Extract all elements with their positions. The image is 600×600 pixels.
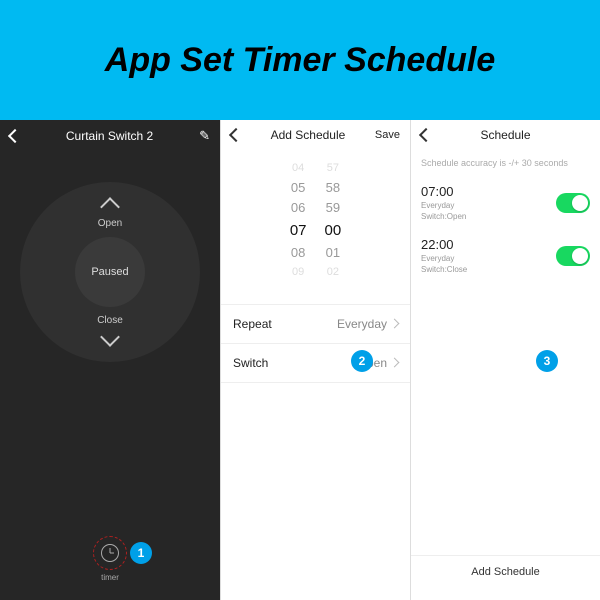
banner-title: App Set Timer Schedule: [105, 41, 495, 80]
minute-option: 58: [326, 178, 340, 199]
close-label: Close: [97, 315, 123, 326]
minute-option: 57: [327, 160, 339, 178]
chevron-up-icon: [100, 197, 120, 217]
clock-icon: [101, 544, 119, 562]
accuracy-hint: Schedule accuracy is -/+ 30 seconds: [411, 150, 600, 176]
timer-highlight-ring: [93, 536, 127, 570]
schedule-title: Schedule: [431, 128, 580, 142]
add-schedule-button[interactable]: Add Schedule: [411, 555, 600, 588]
repeat-row[interactable]: Repeat Everyday: [221, 304, 410, 344]
open-label: Open: [98, 218, 122, 229]
repeat-value: Everyday: [337, 317, 387, 331]
schedule-info: 07:00 Everyday Switch:Open: [421, 184, 466, 221]
status-label: Paused: [91, 266, 128, 278]
chevron-right-icon: [390, 319, 400, 329]
minute-column[interactable]: 57 58 59 00 01 02: [325, 160, 342, 282]
open-button[interactable]: Open: [98, 200, 122, 229]
add-schedule-title: Add Schedule: [241, 128, 375, 142]
repeat-value-wrap: Everyday: [337, 317, 398, 331]
chevron-right-icon: [390, 358, 400, 368]
timer-button[interactable]: timer: [0, 536, 220, 582]
panel-device-control: Curtain Switch 2 ✎ Open Paused Close tim…: [0, 120, 220, 600]
pause-button[interactable]: Paused: [75, 237, 145, 307]
panel3-header: Schedule: [411, 120, 600, 150]
schedule-info: 22:00 Everyday Switch:Close: [421, 237, 467, 274]
edit-icon[interactable]: ✎: [199, 128, 210, 144]
save-button[interactable]: Save: [375, 129, 400, 141]
schedule-toggle[interactable]: [556, 246, 590, 266]
schedule-row[interactable]: 07:00 Everyday Switch:Open: [411, 176, 600, 229]
switch-row[interactable]: Switch Open: [221, 344, 410, 383]
hour-option: 09: [292, 264, 304, 282]
step-badge-1: 1: [130, 542, 152, 564]
hour-selected: 07: [290, 219, 307, 243]
schedule-toggle[interactable]: [556, 193, 590, 213]
step-badge-3: 3: [536, 350, 558, 372]
hour-option: 05: [291, 178, 305, 199]
schedule-sub1: Everyday: [421, 201, 466, 210]
switch-label: Switch: [233, 356, 268, 370]
panels: Curtain Switch 2 ✎ Open Paused Close tim…: [0, 120, 600, 600]
minute-option: 59: [326, 198, 340, 219]
schedule-sub1: Everyday: [421, 254, 467, 263]
panel2-header: Add Schedule Save: [221, 120, 410, 150]
panel-schedule-list: Schedule Schedule accuracy is -/+ 30 sec…: [410, 120, 600, 600]
schedule-sub2: Switch:Close: [421, 265, 467, 274]
panel-add-schedule: Add Schedule Save 04 05 06 07 08 09 57 5…: [220, 120, 410, 600]
time-picker[interactable]: 04 05 06 07 08 09 57 58 59 00 01 02: [221, 150, 410, 298]
schedule-time: 07:00: [421, 184, 466, 199]
hour-option: 08: [291, 243, 305, 264]
device-title: Curtain Switch 2: [20, 129, 199, 143]
panel1-header: Curtain Switch 2 ✎: [0, 120, 220, 152]
close-button[interactable]: Close: [97, 315, 123, 344]
hour-option: 06: [291, 198, 305, 219]
hour-column[interactable]: 04 05 06 07 08 09: [290, 160, 307, 282]
step-badge-2: 2: [351, 350, 373, 372]
chevron-down-icon: [100, 327, 120, 347]
control-circle: Open Paused Close: [20, 182, 200, 362]
schedule-time: 22:00: [421, 237, 467, 252]
minute-option: 02: [327, 264, 339, 282]
hour-option: 04: [292, 160, 304, 178]
minute-selected: 00: [325, 219, 342, 243]
timer-label: timer: [101, 573, 119, 582]
banner: App Set Timer Schedule: [0, 0, 600, 120]
schedule-sub2: Switch:Open: [421, 212, 466, 221]
schedule-row[interactable]: 22:00 Everyday Switch:Close: [411, 229, 600, 282]
minute-option: 01: [326, 243, 340, 264]
repeat-label: Repeat: [233, 317, 272, 331]
